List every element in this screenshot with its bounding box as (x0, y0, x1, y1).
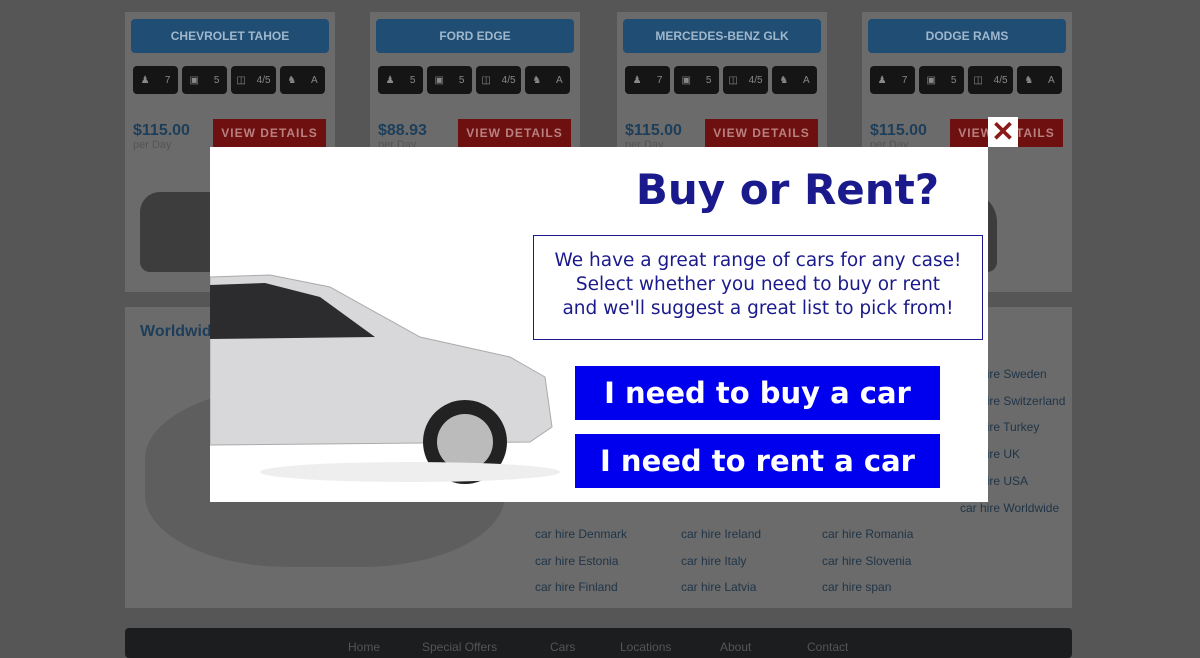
modal-description: We have a great range of cars for any ca… (533, 235, 983, 340)
buy-or-rent-modal: Buy or Rent? We have a great range of ca… (210, 147, 988, 502)
person-icon: ♟ (632, 74, 642, 86)
doors-value: 4/5 (748, 74, 763, 86)
seats-value: 7 (901, 74, 908, 86)
location-link[interactable]: car hire span (822, 580, 891, 594)
footer-link[interactable]: Home (348, 640, 380, 654)
car-title[interactable]: CHEVROLET TAHOE (131, 19, 329, 53)
transmission-value: A (802, 74, 810, 86)
luggage-icon: ▣ (189, 74, 199, 86)
gear-stick-icon: ♞ (532, 74, 542, 86)
doors-value: 4/5 (256, 74, 271, 86)
footer-link[interactable]: Contact (807, 640, 848, 654)
seats-feature: ♟ 7 (133, 66, 178, 94)
location-link[interactable]: car hire Worldwide (960, 501, 1059, 515)
bags-value: 5 (458, 74, 465, 86)
gear-stick-icon: ♞ (779, 74, 789, 86)
footer-link[interactable]: About (720, 640, 751, 654)
gear-stick-icon: ♞ (1024, 74, 1034, 86)
location-link[interactable]: car hire Italy (681, 554, 746, 568)
car-title[interactable]: FORD EDGE (376, 19, 574, 53)
doors-feature: ◫ 4/5 (231, 66, 276, 94)
door-icon: ◫ (481, 74, 491, 86)
car-title[interactable]: DODGE RAMS (868, 19, 1066, 53)
price-unit: per Day (133, 139, 172, 151)
doors-value: 4/5 (993, 74, 1008, 86)
location-link[interactable]: car hire Finland (535, 580, 618, 594)
price: $115.00 (625, 122, 682, 139)
transmission-feature: ♞ A (525, 66, 570, 94)
luggage-icon: ▣ (926, 74, 936, 86)
description-line: and we'll suggest a great list to pick f… (562, 298, 954, 319)
footer-nav: Home Special Offers Cars Locations About Cont… (125, 628, 1072, 658)
location-link[interactable]: car hire Slovenia (822, 554, 911, 568)
bags-value: 5 (950, 74, 957, 86)
location-link[interactable]: car hire Romania (822, 527, 913, 541)
transmission-feature: ♞ A (772, 66, 817, 94)
seats-feature: ♟ 5 (378, 66, 423, 94)
doors-feature: ◫ 4/5 (723, 66, 768, 94)
door-icon: ◫ (728, 74, 738, 86)
transmission-feature: ♞ A (280, 66, 325, 94)
transmission-value: A (310, 74, 318, 86)
description-line: Select whether you need to buy or rent (575, 274, 941, 295)
door-icon: ◫ (236, 74, 246, 86)
transmission-value: A (1047, 74, 1055, 86)
car-title[interactable]: MERCEDES-BENZ GLK (623, 19, 821, 53)
seats-value: 5 (409, 74, 416, 86)
person-icon: ♟ (877, 74, 887, 86)
person-icon: ♟ (140, 74, 150, 86)
view-details-button[interactable]: VIEW DETAILS (705, 119, 818, 147)
doors-feature: ◫ 4/5 (476, 66, 521, 94)
close-icon[interactable]: ✕ (988, 117, 1018, 147)
person-icon: ♟ (385, 74, 395, 86)
footer-link[interactable]: Locations (620, 640, 671, 654)
footer-link[interactable]: Special Offers (422, 640, 497, 654)
modal-title: Buy or Rent? (635, 165, 940, 214)
location-link[interactable]: car hire Latvia (681, 580, 756, 594)
footer-link[interactable]: Cars (550, 640, 575, 654)
transmission-value: A (555, 74, 563, 86)
door-icon: ◫ (973, 74, 983, 86)
location-link[interactable]: car hire Ireland (681, 527, 761, 541)
seats-value: 7 (656, 74, 663, 86)
bags-feature: ▣ 5 (182, 66, 227, 94)
rent-car-button[interactable]: I need to rent a car (575, 434, 940, 488)
location-link[interactable]: car hire Estonia (535, 554, 618, 568)
buy-car-button[interactable]: I need to buy a car (575, 366, 940, 420)
view-details-button[interactable]: VIEW DETAILS (458, 119, 571, 147)
transmission-feature: ♞ A (1017, 66, 1062, 94)
location-link[interactable]: car hire Denmark (535, 527, 627, 541)
gear-stick-icon: ♞ (287, 74, 297, 86)
price: $88.93 (378, 122, 427, 139)
locations-heading: Worldwide (140, 323, 221, 340)
luggage-icon: ▣ (434, 74, 444, 86)
seats-feature: ♟ 7 (625, 66, 670, 94)
car-image (210, 274, 560, 484)
luggage-icon: ▣ (681, 74, 691, 86)
seats-value: 7 (164, 74, 171, 86)
price: $115.00 (133, 122, 190, 139)
bags-feature: ▣ 5 (919, 66, 964, 94)
price: $115.00 (870, 122, 927, 139)
doors-feature: ◫ 4/5 (968, 66, 1013, 94)
bags-feature: ▣ 5 (674, 66, 719, 94)
view-details-button[interactable]: VIEW DETAILS (213, 119, 326, 147)
description-line: We have a great range of cars for any ca… (554, 250, 962, 271)
doors-value: 4/5 (501, 74, 516, 86)
bags-value: 5 (705, 74, 712, 86)
bags-feature: ▣ 5 (427, 66, 472, 94)
seats-feature: ♟ 7 (870, 66, 915, 94)
bags-value: 5 (213, 74, 220, 86)
